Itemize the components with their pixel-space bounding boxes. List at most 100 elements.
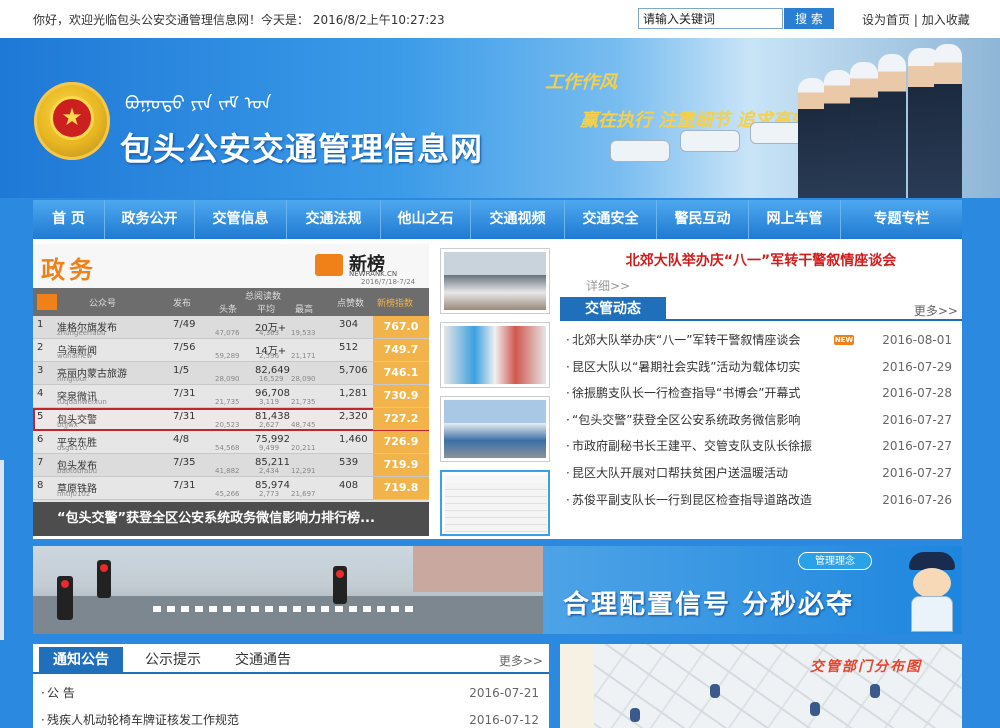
max-reads: 20,211 — [291, 444, 316, 452]
news-list-item[interactable]: · 苏俊平副支队长一行到昆区检查指导道路改造 2016-07-26 — [560, 487, 962, 514]
nav-other-experience[interactable]: 他山之石 — [381, 200, 471, 239]
rank-number: 6 — [37, 434, 44, 445]
featured-slideshow[interactable]: 政务 新榜 NEWRANK.CN 2016/7/18-7/24 公众号 发布 总… — [33, 244, 429, 536]
tab-traffic-bulletin[interactable]: 交通通告 — [221, 647, 305, 674]
nav-online-vehicle[interactable]: 网上车管 — [749, 200, 841, 239]
inspection-photo — [444, 400, 546, 458]
news-list-item[interactable]: · 北郊大队举办庆“八一”军转干警叙情座谈会 NEW 2016-08-01 — [560, 327, 962, 354]
nav-traffic-video[interactable]: 交通视频 — [471, 200, 565, 239]
news-list-item[interactable]: · 市政府副秘书长王建平、交管支队支队长徐振 2016-07-27 — [560, 433, 962, 460]
thumbnail-1[interactable] — [440, 248, 550, 314]
ranking-table: 公众号 发布 总阅读数 头条 平均 最高 点赞数 新榜指数 1 准格尔旗发布 7/4… — [33, 288, 429, 500]
new-badge-icon: NEW — [834, 335, 854, 345]
thumbnail-3[interactable] — [440, 396, 550, 462]
news-date: 2016-07-29 — [882, 359, 952, 374]
news-list-item[interactable]: · 徐振鹏支队长一行检查指导“书博会”开幕式 2016-07-28 — [560, 380, 962, 407]
nav-traffic-laws[interactable]: 交通法规 — [287, 200, 381, 239]
published-count: 7/31 — [173, 388, 196, 399]
search-input[interactable] — [638, 8, 783, 29]
red-light-icon — [336, 570, 344, 578]
slide-image-header: 政务 新榜 NEWRANK.CN 2016/7/18-7/24 — [33, 244, 429, 288]
officer-figure — [798, 78, 826, 198]
police-marker-icon[interactable] — [870, 684, 880, 698]
police-emblem-icon: ★ — [34, 82, 110, 160]
col-published: 发布 — [173, 299, 192, 309]
ranking-row: 2 乌海新闻 7/56 14万+ 512 wuhainew 59,289 2,596 21,17… — [33, 339, 429, 362]
officer-figure — [934, 44, 962, 198]
notices-more-link[interactable]: 更多>> — [499, 652, 543, 669]
traffic-news-panel: 北郊大队举办庆“八一”军转干警叙情座谈会 详细>> 交管动态 更多>> · 北郊大… — [560, 248, 962, 538]
rank-number: 8 — [37, 480, 44, 491]
news-more-link[interactable]: 更多>> — [914, 302, 958, 319]
police-cars-image — [600, 116, 820, 176]
headline-reads: 21,735 — [215, 398, 240, 406]
news-date: 2016-07-28 — [882, 386, 952, 401]
ranking-table-header: 公众号 发布 总阅读数 头条 平均 最高 点赞数 新榜指数 — [33, 288, 429, 316]
nav-police-public[interactable]: 警民互动 — [657, 200, 749, 239]
thumbnail-4[interactable] — [440, 470, 550, 536]
average-reads: 2,596 — [259, 352, 280, 360]
notice-list-item[interactable]: · 残疾人机动轮椅车牌证核发工作规范 2016-07-12 — [33, 707, 549, 728]
news-title[interactable]: 北郊大队举办庆“八一”军转干警叙情座谈会 — [572, 333, 800, 347]
newrank-index: 767.0 — [373, 316, 429, 338]
detail-link[interactable]: 详细>> — [586, 277, 630, 294]
likes-count: 1,281 — [339, 388, 368, 399]
likes-count: 2,320 — [339, 411, 368, 422]
intersection-photo — [33, 546, 543, 634]
news-list-item[interactable]: · 昆区大队以“暑期社会实践”活动为载体切实 2016-07-29 — [560, 354, 962, 381]
news-title[interactable]: 昆区大队以“暑期社会实践”活动为载体切实 — [572, 360, 800, 374]
slide-caption[interactable]: “包头交警”获登全区公安系统政务微信影响力排行榜... — [33, 502, 429, 536]
tab-notices[interactable]: 通知公告 — [39, 647, 123, 674]
ad-slogan: 合理配置信号 分秒必夺 — [563, 590, 855, 620]
nav-special-topics[interactable]: 专题专栏 — [841, 200, 962, 239]
rank-number: 5 — [37, 411, 44, 422]
account-id: baotoufabu — [57, 467, 98, 475]
notice-list-item[interactable]: · 公 告 2016-07-21 — [33, 680, 549, 707]
news-date: 2016-08-01 — [882, 333, 952, 347]
add-favorite-link[interactable]: 加入收藏 — [922, 13, 970, 27]
nav-government-affairs[interactable]: 政务公开 — [105, 200, 195, 239]
ranking-row: 6 平安东胜 4/8 75,992 1,460 dsga110 54,568 9,499 20,… — [33, 431, 429, 454]
nav-traffic-info[interactable]: 交管信息 — [195, 200, 287, 239]
main-nav: 首 页 政务公开 交管信息 交通法规 他山之石 交通视频 交通安全 警民互动 网… — [33, 200, 962, 239]
headline-news[interactable]: 北郊大队举办庆“八一”军转干警叙情座谈会 — [560, 248, 962, 274]
news-list: · 北郊大队举办庆“八一”军转干警叙情座谈会 NEW 2016-08-01 · 昆区大队以… — [560, 327, 962, 513]
traffic-signal-ad-banner[interactable]: 管理理念 合理配置信号 分秒必夺 — [33, 546, 962, 634]
news-title[interactable]: “包头交警”获登全区公安系统政务微信影响 — [572, 413, 800, 427]
max-reads: 28,090 — [291, 375, 316, 383]
average-reads: 3,119 — [259, 398, 280, 406]
notice-date: 2016-07-12 — [469, 713, 539, 727]
news-list-item[interactable]: · 昆区大队开展对口帮扶贫困户送温暖活动 2016-07-27 — [560, 460, 962, 487]
col-max: 最高 — [295, 305, 314, 315]
tab-traffic-news[interactable]: 交管动态 — [560, 297, 666, 321]
search-button[interactable]: 搜 索 — [784, 8, 834, 29]
car-shape — [680, 130, 740, 152]
thumbnail-2[interactable] — [440, 322, 550, 388]
news-title[interactable]: 徐振鹏支队长一行检查指导“书博会”开幕式 — [572, 386, 800, 400]
news-title[interactable]: 苏俊平副支队长一行到昆区检查指导道路改造 — [572, 493, 812, 507]
account-id: zhungeerfabu — [57, 329, 106, 337]
tab-public-notice[interactable]: 公示提示 — [131, 647, 215, 674]
set-home-link[interactable]: 设为首页 — [862, 13, 910, 27]
average-reads: 16,529 — [259, 375, 284, 383]
police-marker-icon[interactable] — [810, 702, 820, 716]
nav-home[interactable]: 首 页 — [33, 200, 105, 239]
news-list-item[interactable]: · “包头交警”获登全区公安系统政务微信影响 2016-07-27 — [560, 407, 962, 434]
nav-traffic-safety[interactable]: 交通安全 — [565, 200, 657, 239]
car-shape — [610, 140, 670, 162]
news-title[interactable]: 昆区大队开展对口帮扶贫困户送温暖活动 — [572, 466, 788, 480]
newrank-small-logo-icon — [37, 294, 57, 310]
col-total-reads: 总阅读数 — [245, 292, 282, 302]
ranking-row: 5 包头交警 7/31 81,438 2,320 btjjwx 20,523 2,627 48,… — [33, 408, 429, 431]
department-map[interactable]: 交管部门分布图 — [560, 644, 962, 728]
news-title[interactable]: 市政府副秘书长王建平、交管支队支队长徐振 — [572, 439, 812, 453]
headline-reads: 45,266 — [215, 490, 240, 498]
col-likes: 点赞数 — [337, 299, 365, 309]
police-marker-icon[interactable] — [630, 708, 640, 722]
police-marker-icon[interactable] — [710, 684, 720, 698]
notice-title[interactable]: 公 告 — [47, 686, 75, 700]
newrank-index: 730.9 — [373, 385, 429, 407]
max-reads: 48,745 — [291, 421, 316, 429]
likes-count: 539 — [339, 457, 359, 468]
notice-title[interactable]: 残疾人机动轮椅车牌证核发工作规范 — [47, 713, 239, 727]
